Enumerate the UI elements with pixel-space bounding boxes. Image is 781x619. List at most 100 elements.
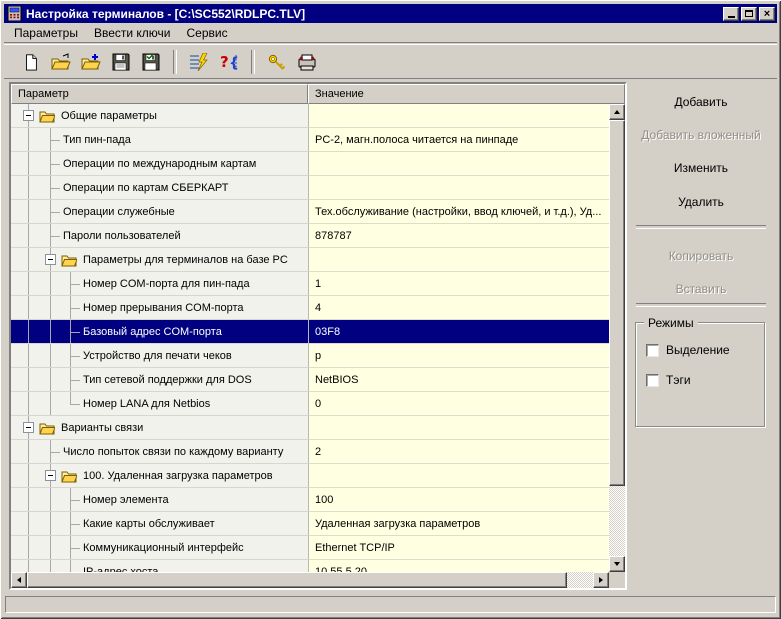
parameter-cell: Какие карты обслуживает (11, 512, 308, 536)
vertical-scrollbar[interactable] (609, 104, 625, 572)
scroll-down-button[interactable] (609, 556, 625, 572)
scroll-up-button[interactable] (609, 104, 625, 120)
toolbar-button-open-add[interactable] (76, 49, 106, 75)
horizontal-scroll-thumb[interactable] (27, 572, 567, 588)
title-bar[interactable]: Настройка терминалов - [C:\SC552\RDLPC.T… (4, 4, 777, 23)
parameter-cell: Операции служебные (11, 200, 308, 224)
row-value: 878787 (315, 229, 352, 242)
table-row[interactable]: Общие параметры (11, 104, 609, 128)
toolbar-button-help[interactable]: ? { (214, 49, 244, 75)
checkbox[interactable] (646, 373, 659, 387)
value-cell: 878787 (308, 224, 609, 248)
expand-toggle[interactable] (23, 421, 34, 433)
app-terminal-icon (7, 6, 22, 21)
minimize-button[interactable] (723, 6, 739, 21)
close-button[interactable]: × (759, 6, 775, 21)
panel-button-disabled: Вставить (675, 282, 727, 296)
checkbox[interactable] (646, 343, 659, 357)
panel-button-disabled: Копировать (668, 249, 734, 263)
tree-guide-line (28, 176, 29, 199)
table-row[interactable]: Какие карты обслуживает Удаленная загрузк… (11, 512, 609, 536)
value-cell: 10.55.5.20 (308, 560, 609, 572)
panel-button-enabled[interactable]: Удалить (634, 192, 768, 212)
table-row[interactable]: Номер COM-порта для пин-пада 1 (11, 272, 609, 296)
row-value: 1 (315, 277, 322, 290)
parameter-cell: Пароли пользователей (11, 224, 308, 248)
parameter-cell: Номер COM-порта для пин-пада (11, 272, 308, 296)
table-row[interactable]: 100. Удаленная загрузка параметров (11, 464, 609, 488)
toolbar-button-new[interactable] (16, 49, 46, 75)
vertical-scroll-thumb[interactable] (609, 120, 625, 486)
column-header-value[interactable]: Значение (308, 84, 625, 104)
tree-rows: Общие параметры Тип пин-пада PC-2, магн.по… (11, 104, 609, 572)
table-row[interactable]: Параметры для терминалов на базе PC (11, 248, 609, 272)
folder-icon (61, 253, 78, 267)
row-value: p (315, 349, 322, 362)
table-row[interactable]: Базовый адрес COM-порта 03F8 (11, 320, 609, 344)
table-row[interactable]: Номер LANA для Netbios 0 (11, 392, 609, 416)
row-value: Тех.обслуживание (настройки, ввод ключей… (315, 205, 602, 218)
folder-icon (61, 469, 78, 483)
tree-guide-line (50, 536, 51, 559)
table-row[interactable]: Коммуникационный интерфейс Ethernet TCP/I… (11, 536, 609, 560)
panel-button-enabled[interactable]: Изменить (634, 158, 768, 178)
value-cell: 1 (308, 272, 609, 296)
arrow-left-icon (17, 577, 21, 583)
menu-bar: Параметры Ввести ключи Сервис (4, 23, 777, 43)
toolbar-button-keys[interactable] (262, 49, 292, 75)
value-cell: Тех.обслуживание (настройки, ввод ключей… (308, 200, 609, 224)
row-label: Число попыток связи по каждому варианту (63, 445, 284, 458)
menu-item[interactable]: Сервис (179, 23, 236, 43)
arrow-up-icon (614, 110, 620, 114)
table-row[interactable]: IP-адрес хоста 10.55.5.20 (11, 560, 609, 572)
parameter-cell: Номер элемента (11, 488, 308, 512)
table-row[interactable]: Варианты связи (11, 416, 609, 440)
toolbar-button-save[interactable] (106, 49, 136, 75)
menu-item[interactable]: Параметры (6, 23, 86, 43)
table-row[interactable]: Операции по международным картам (11, 152, 609, 176)
toolbar-separator (173, 49, 177, 74)
modes-groupbox-title: Режимы (644, 316, 698, 330)
horizontal-scrollbar[interactable] (11, 572, 609, 588)
toolbar-button-print[interactable] (292, 49, 322, 75)
value-cell: Ethernet TCP/IP (308, 536, 609, 560)
actions-panel: Режимы Выделение Тэги Добавить Добавить вл… (630, 82, 772, 590)
column-header-parameter[interactable]: Параметр (11, 84, 308, 104)
table-row[interactable]: Тип сетевой поддержки для DOS NetBIOS (11, 368, 609, 392)
table-row[interactable]: Операции служебные Тех.обслуживание (наст… (11, 200, 609, 224)
scroll-right-button[interactable] (593, 572, 609, 588)
tree-dash-connector (70, 283, 80, 285)
table-row[interactable]: Устройство для печати чеков p (11, 344, 609, 368)
mode-checkbox-row[interactable]: Выделение (646, 343, 730, 357)
parameter-cell: Варианты связи (11, 416, 308, 440)
table-row[interactable]: Пароли пользователей 878787 (11, 224, 609, 248)
table-row[interactable]: Номер прерывания COM-порта 4 (11, 296, 609, 320)
table-row[interactable]: Операции по картам СБЕРКАРТ (11, 176, 609, 200)
panel-button-enabled[interactable]: Добавить (634, 92, 768, 112)
row-label: 100. Удаленная загрузка параметров (83, 469, 273, 482)
toolbar-button-open[interactable] (46, 49, 76, 75)
panel-button-disabled: Добавить вложенный (641, 128, 761, 142)
scroll-left-button[interactable] (11, 572, 27, 588)
table-row[interactable]: Число попыток связи по каждому варианту 2 (11, 440, 609, 464)
table-row[interactable]: Тип пин-пада PC-2, магн.полоса читается н… (11, 128, 609, 152)
value-cell: NetBIOS (308, 368, 609, 392)
menu-item[interactable]: Ввести ключи (86, 23, 179, 43)
value-cell: Удаленная загрузка параметров (308, 512, 609, 536)
expand-toggle[interactable] (45, 469, 56, 481)
value-cell: PC-2, магн.полоса читается на пинпаде (308, 128, 609, 152)
toolbar-button-check[interactable] (184, 49, 214, 75)
maximize-icon (745, 10, 753, 17)
mode-checkbox-row[interactable]: Тэги (646, 373, 691, 387)
maximize-button[interactable] (741, 6, 757, 21)
tree-guide-line (28, 440, 29, 463)
parameter-cell: Тип пин-пада (11, 128, 308, 152)
tree-guide-line (50, 320, 51, 343)
parameters-tree-panel: Параметр Значение Общие параметры Тип пин… (9, 82, 627, 590)
expand-toggle[interactable] (45, 253, 56, 265)
tree-guide-line (28, 344, 29, 367)
value-cell (308, 416, 609, 440)
table-row[interactable]: Номер элемента 100 (11, 488, 609, 512)
toolbar-button-save-as[interactable] (136, 49, 166, 75)
expand-toggle[interactable] (23, 109, 34, 121)
